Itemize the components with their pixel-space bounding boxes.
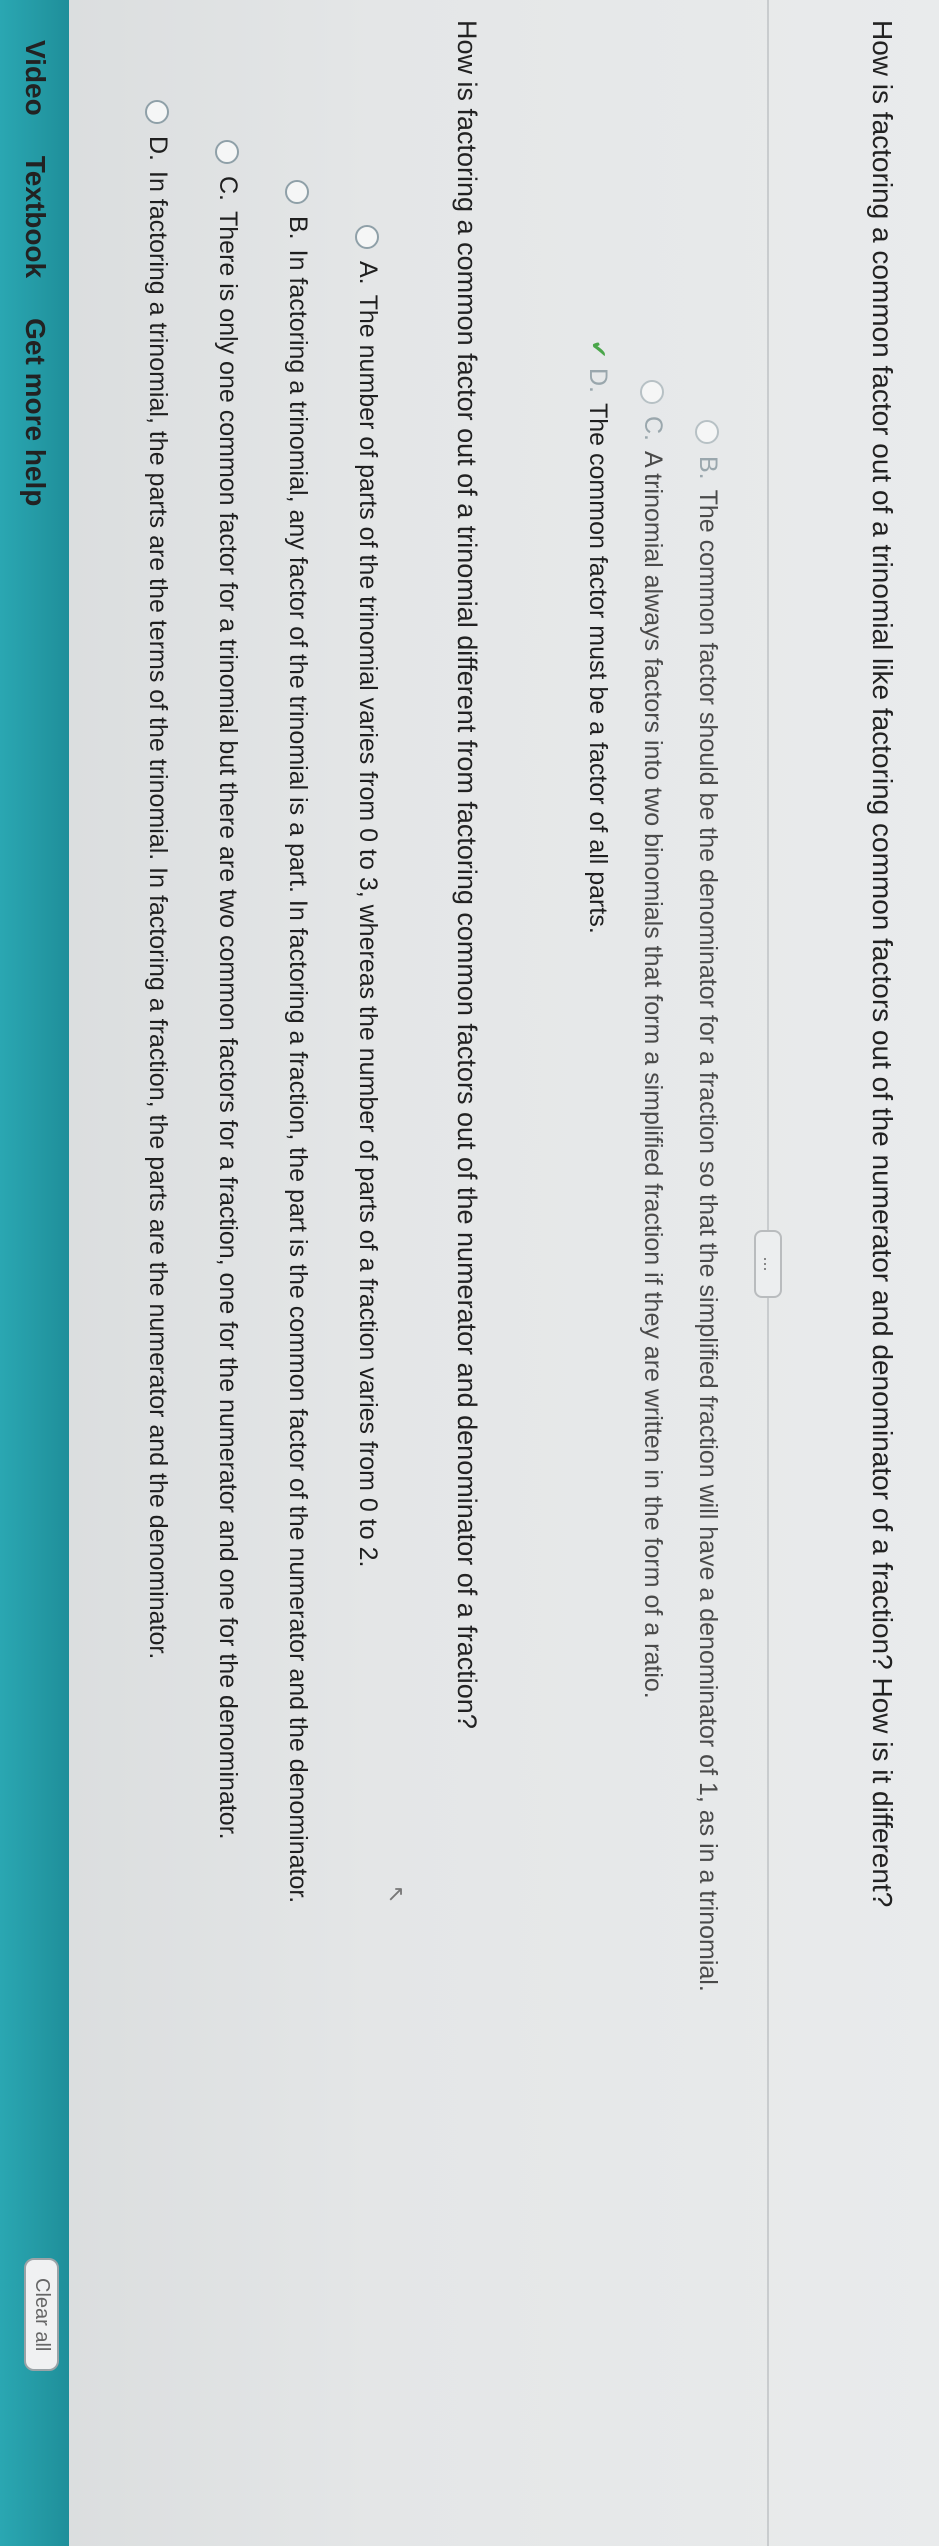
textbook-link[interactable]: Textbook [19,156,51,278]
get-more-help-link[interactable]: Get more help [19,318,51,506]
radio-button[interactable] [215,140,239,164]
expand-ellipsis-button[interactable]: ... [754,1230,782,1298]
homework-panel: How is factoring a common factor out of … [0,0,939,2546]
cursor-arrow-icon: ↖ [384,1885,409,1904]
video-link[interactable]: Video [19,40,51,116]
option-letter: D. [144,136,172,161]
option-text: The number of parts of the trinomial var… [354,294,382,1568]
radio-button[interactable] [145,100,169,124]
option-text: The common factor must be a factor of al… [584,403,612,934]
check-mark-icon: ✔ [586,340,611,359]
option-text: A trinomial always factors into two bino… [639,451,667,1699]
radio-button[interactable] [285,180,309,204]
option-c-first[interactable]: C. A trinomial always factors into two b… [637,380,669,1699]
option-b-first[interactable]: B. The common factor should be the denom… [692,420,724,1992]
radio-button[interactable] [355,225,379,249]
option-text: In factoring a trinomial, any factor of … [284,249,312,1904]
question-text-second: How is factoring a common factor out of … [452,20,482,1729]
option-c-second[interactable]: C. There is only one common factor for a… [212,140,244,1840]
question-text-top: How is factoring a common factor out of … [867,20,898,1908]
option-letter: B. [694,456,722,480]
option-letter: C. [639,416,667,441]
option-d-second[interactable]: D. In factoring a trinomial, the parts a… [142,100,174,1659]
option-letter: A. [354,261,382,285]
option-text: In factoring a trinomial, the parts are … [144,171,172,1660]
clear-all-button[interactable]: Clear all [24,2258,59,2372]
option-d-first-correct[interactable]: ✔ D. The common factor must be a factor … [582,340,614,934]
option-a-second[interactable]: A. The number of parts of the trinomial … [352,225,384,1567]
option-letter: D. [584,368,612,393]
option-letter: C. [214,176,242,201]
radio-button[interactable] [640,380,664,404]
option-text: There is only one common factor for a tr… [214,211,242,1840]
help-links: Video Textbook Get more help [19,40,51,506]
option-text: The common factor should be the denomina… [694,489,722,1992]
option-b-second[interactable]: B. In factoring a trinomial, any factor … [282,180,314,1903]
option-letter: B. [284,216,312,240]
radio-button[interactable] [695,420,719,444]
